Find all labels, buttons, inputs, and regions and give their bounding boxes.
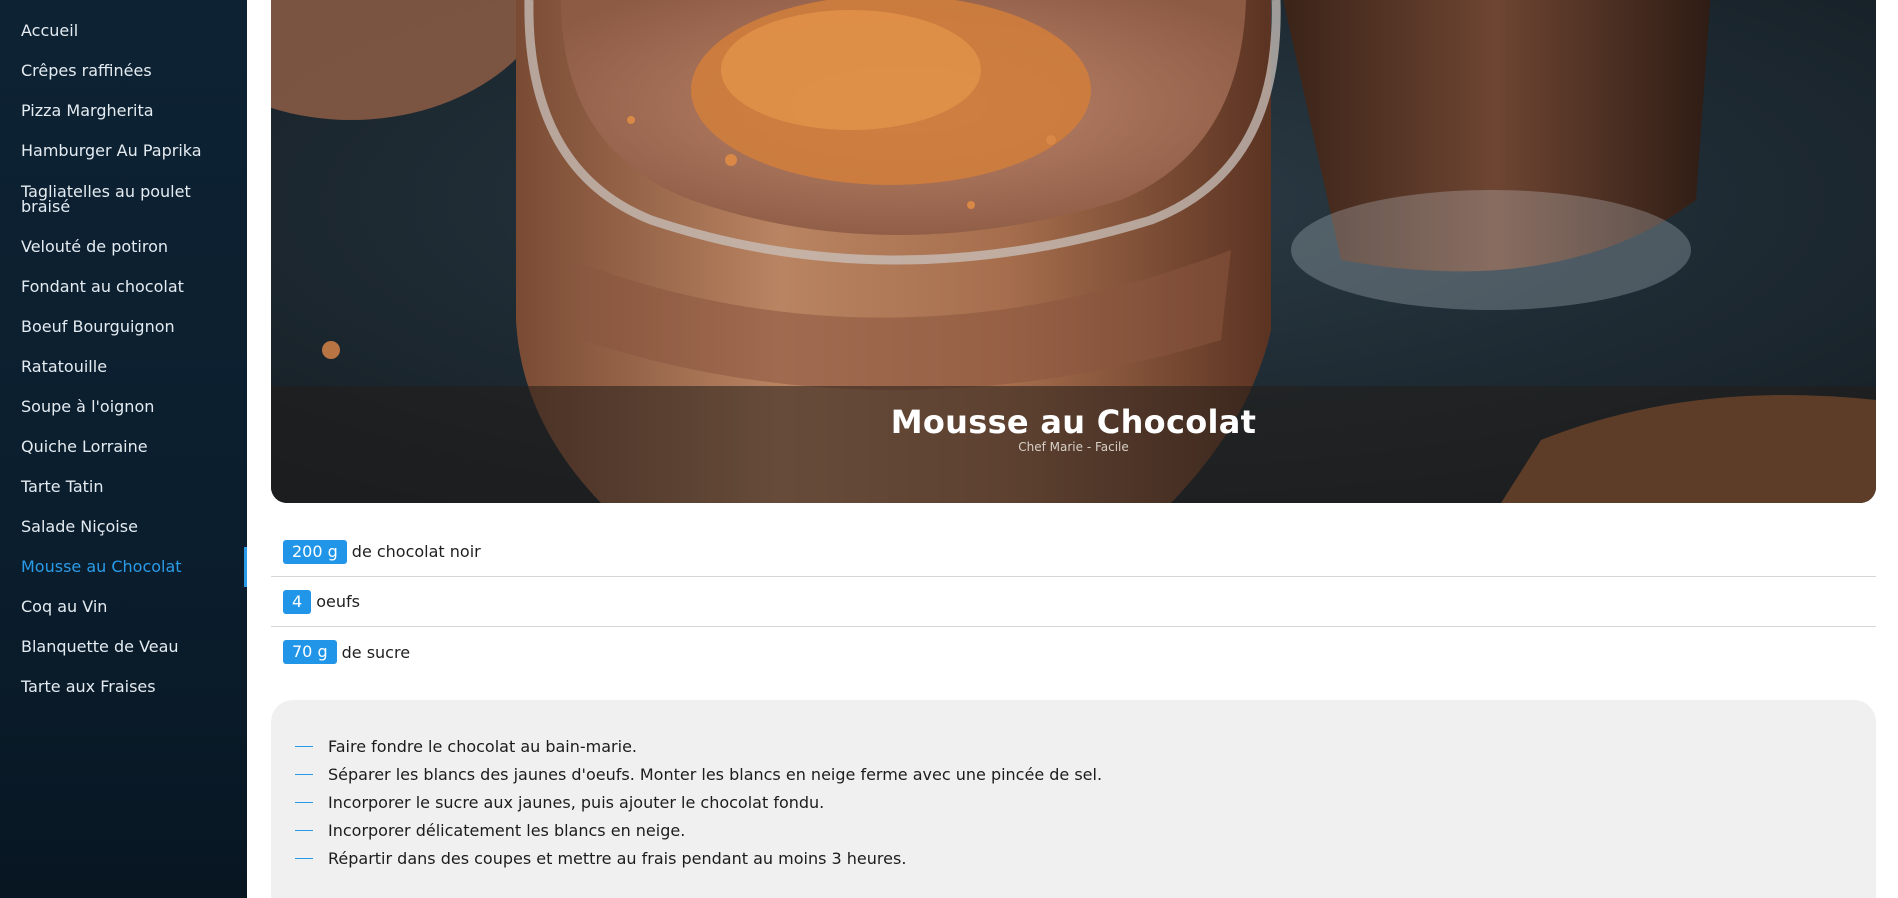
- step-dash-icon: [295, 829, 313, 831]
- sidebar-item-coq[interactable]: Coq au Vin: [21, 599, 236, 615]
- sidebar-item-pizza[interactable]: Pizza Margherita: [21, 103, 236, 119]
- ingredient-name: de sucre: [341, 642, 411, 662]
- step-item: Répartir dans des coupes et mettre au fr…: [295, 844, 1876, 872]
- sidebar-item-boeuf[interactable]: Boeuf Bourguignon: [21, 319, 236, 335]
- sidebar-item-blanquette[interactable]: Blanquette de Veau: [21, 639, 236, 655]
- step-item: Séparer les blancs des jaunes d'oeufs. M…: [295, 760, 1876, 788]
- step-dash-icon: [295, 801, 313, 803]
- ingredient-name: oeufs: [316, 592, 360, 611]
- recipe-subtitle: Chef Marie - Facile: [1018, 440, 1129, 454]
- sidebar-item-ratatouille[interactable]: Ratatouille: [21, 359, 236, 375]
- app-root: Accueil Crêpes raffinées Pizza Margherit…: [0, 0, 1898, 898]
- ingredient-row: 70 g de sucre: [271, 627, 1876, 677]
- step-item: Incorporer le sucre aux jaunes, puis ajo…: [295, 788, 1876, 816]
- ingredient-qty-badge: 4: [283, 589, 312, 614]
- recipe-hero: Mousse au Chocolat Chef Marie - Facile: [271, 0, 1876, 503]
- ingredient-row: 200 g de chocolat noir: [271, 527, 1876, 577]
- sidebar-item-quiche[interactable]: Quiche Lorraine: [21, 439, 236, 455]
- sidebar-item-soupe[interactable]: Soupe à l'oignon: [21, 399, 236, 415]
- sidebar-item-fondant[interactable]: Fondant au chocolat: [21, 279, 236, 295]
- step-dash-icon: [295, 773, 313, 775]
- step-text: Séparer les blancs des jaunes d'oeufs. M…: [328, 764, 1103, 784]
- step-text: Incorporer le sucre aux jaunes, puis ajo…: [328, 792, 825, 812]
- step-item: Faire fondre le chocolat au bain-marie.: [295, 732, 1876, 760]
- sidebar-item-tagliatelles[interactable]: Tagliatelles au poulet braisé: [21, 184, 236, 215]
- ingredients-list: 200 g de chocolat noir 4 oeufs 70 g de s…: [271, 527, 1876, 677]
- ingredient-name: de chocolat noir: [351, 542, 481, 561]
- recipe-steps: Faire fondre le chocolat au bain-marie. …: [271, 700, 1876, 898]
- sidebar-item-tarte-fraises[interactable]: Tarte aux Fraises: [21, 679, 236, 695]
- active-nav-indicator: [244, 547, 247, 587]
- ingredient-qty-badge: 200 g: [283, 539, 347, 564]
- sidebar-item-hamburger[interactable]: Hamburger Au Paprika: [21, 143, 236, 159]
- step-dash-icon: [295, 857, 313, 859]
- sidebar-nav: Accueil Crêpes raffinées Pizza Margherit…: [0, 0, 247, 898]
- ingredient-qty-badge: 70 g: [283, 640, 337, 664]
- sidebar-item-mousse[interactable]: Mousse au Chocolat: [21, 559, 236, 575]
- step-text: Incorporer délicatement les blancs en ne…: [328, 820, 686, 840]
- sidebar-item-crepes[interactable]: Crêpes raffinées: [21, 63, 236, 79]
- ingredient-row: 4 oeufs: [271, 577, 1876, 627]
- step-text: Faire fondre le chocolat au bain-marie.: [328, 736, 638, 756]
- sidebar-item-veloute[interactable]: Velouté de potiron: [21, 239, 236, 255]
- sidebar-item-salade[interactable]: Salade Niçoise: [21, 519, 236, 535]
- step-text: Répartir dans des coupes et mettre au fr…: [328, 848, 907, 868]
- recipe-title: Mousse au Chocolat: [890, 403, 1257, 441]
- sidebar-item-accueil[interactable]: Accueil: [21, 23, 236, 39]
- step-dash-icon: [295, 745, 313, 747]
- step-item: Incorporer délicatement les blancs en ne…: [295, 816, 1876, 844]
- sidebar-item-tarte-tatin[interactable]: Tarte Tatin: [21, 479, 236, 495]
